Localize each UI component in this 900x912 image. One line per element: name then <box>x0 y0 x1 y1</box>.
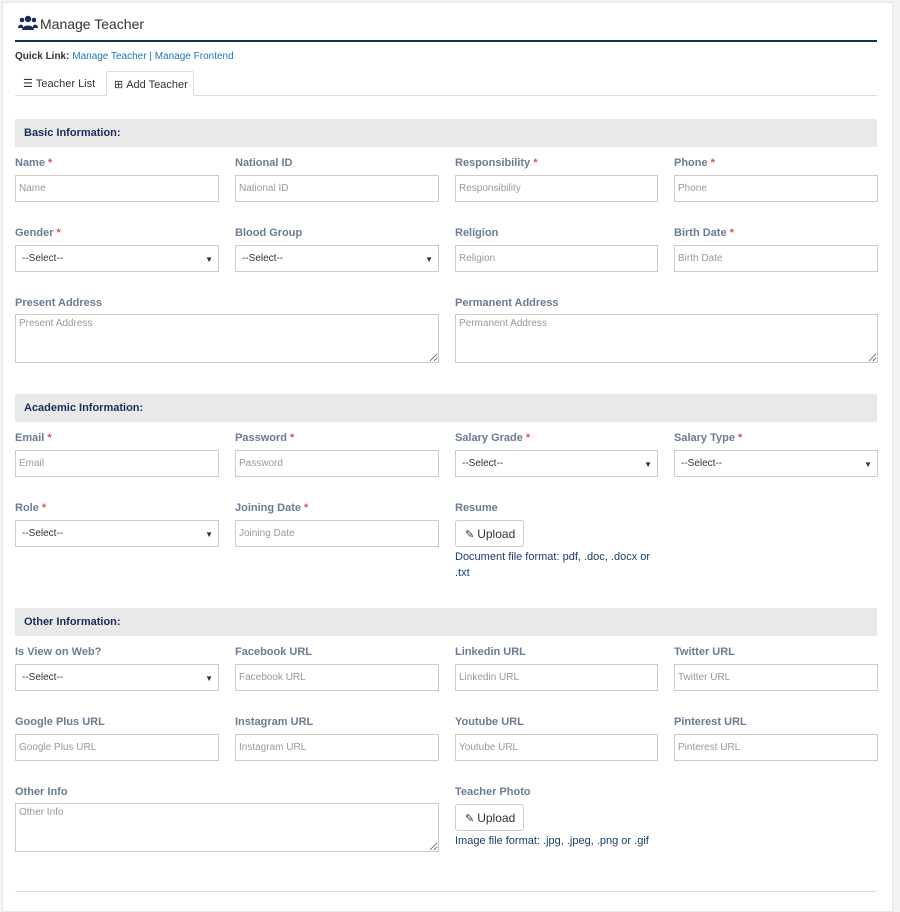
link-manage-teacher[interactable]: Manage Teacher <box>72 51 146 62</box>
google-plus-url-input[interactable] <box>15 734 219 761</box>
religion-label: Religion <box>455 227 499 239</box>
religion-input[interactable] <box>455 245 658 272</box>
youtube-url-input[interactable] <box>455 734 658 761</box>
salary-grade-select[interactable]: --Select-- ▼ <box>455 450 658 477</box>
instagram-url-label: Instagram URL <box>235 716 314 728</box>
chevron-down-icon: ▼ <box>644 460 652 469</box>
twitter-url-label: Twitter URL <box>674 646 735 658</box>
teacher-photo-upload-button[interactable]: ✎ Upload <box>455 804 524 831</box>
link-separator: | <box>149 51 152 62</box>
national-id-label: National ID <box>235 157 293 169</box>
gender-select[interactable]: --Select-- ▼ <box>15 245 219 272</box>
joining-date-label: Joining Date * <box>235 502 309 514</box>
photo-format-hint: Image file format: .jpg, .jpeg, .png or … <box>455 835 649 847</box>
instagram-url-input[interactable] <box>235 734 439 761</box>
salary-grade-label: Salary Grade * <box>455 432 531 444</box>
permanent-address-textarea[interactable] <box>455 314 878 363</box>
responsibility-input[interactable] <box>455 175 658 202</box>
name-input[interactable] <box>15 175 219 202</box>
tab-label: Add Teacher <box>126 79 188 91</box>
section-title: Academic Information: <box>24 402 144 414</box>
salary-type-label: Salary Type * <box>674 432 743 444</box>
tab-add-teacher[interactable]: ⊞ Add Teacher <box>106 71 194 96</box>
present-address-label: Present Address <box>15 297 103 309</box>
email-input[interactable] <box>15 450 219 477</box>
chevron-down-icon: ▼ <box>205 530 213 539</box>
resume-upload-button[interactable]: ✎ Upload <box>455 520 524 547</box>
email-label: Email * <box>15 432 52 444</box>
password-input[interactable] <box>235 450 439 477</box>
users-icon <box>18 15 38 30</box>
other-info-label: Other Info <box>15 786 68 798</box>
present-address-textarea[interactable] <box>15 314 439 363</box>
phone-label: Phone * <box>674 157 715 169</box>
linkedin-url-input[interactable] <box>455 664 658 691</box>
password-label: Password * <box>235 432 295 444</box>
view-on-web-label: Is View on Web? <box>15 646 102 658</box>
linkedin-url-label: Linkedin URL <box>455 646 526 658</box>
plus-square-icon: ⊞ <box>114 79 124 91</box>
tab-label: Teacher List <box>35 78 96 90</box>
paperclip-icon: ✎ <box>465 529 475 541</box>
section-title: Basic Information: <box>24 127 121 139</box>
form-divider <box>15 891 877 892</box>
chevron-down-icon: ▼ <box>205 255 213 264</box>
resume-format-hint: Document file format: pdf, .doc, .docx o… <box>455 551 651 579</box>
list-icon: ☰ <box>23 78 33 90</box>
birth-date-label: Birth Date * <box>674 227 734 239</box>
google-plus-url-label: Google Plus URL <box>15 716 105 728</box>
pinterest-url-input[interactable] <box>674 734 878 761</box>
national-id-input[interactable] <box>235 175 439 202</box>
gender-label: Gender * <box>15 227 61 239</box>
section-academic-information: Academic Information: <box>15 394 877 422</box>
facebook-url-label: Facebook URL <box>235 646 313 658</box>
chevron-down-icon: ▼ <box>425 255 433 264</box>
phone-input[interactable] <box>674 175 878 202</box>
responsibility-label: Responsibility * <box>455 157 538 169</box>
permanent-address-label: Permanent Address <box>455 297 559 309</box>
quick-links: Quick Link: Manage Teacher | Manage Fron… <box>15 51 234 62</box>
facebook-url-input[interactable] <box>235 664 439 691</box>
tab-teacher-list[interactable]: ☰ Teacher List <box>15 71 105 96</box>
page-header: Manage Teacher <box>15 12 877 42</box>
resume-label: Resume <box>455 502 498 514</box>
name-label: Name * <box>15 157 53 169</box>
youtube-url-label: Youtube URL <box>455 716 524 728</box>
link-manage-frontend[interactable]: Manage Frontend <box>155 51 234 62</box>
teacher-photo-label: Teacher Photo <box>455 786 531 798</box>
blood-group-select[interactable]: --Select-- ▼ <box>235 245 439 272</box>
page-title: Manage Teacher <box>40 16 145 32</box>
role-select[interactable]: --Select-- ▼ <box>15 520 219 547</box>
tab-bar: ☰ Teacher List ⊞ Add Teacher <box>15 71 877 96</box>
blood-group-label: Blood Group <box>235 227 303 239</box>
chevron-down-icon: ▼ <box>864 460 872 469</box>
birth-date-input[interactable] <box>674 245 878 272</box>
section-other-information: Other Information: <box>15 608 877 636</box>
salary-type-select[interactable]: --Select-- ▼ <box>674 450 878 477</box>
role-label: Role * <box>15 502 47 514</box>
paperclip-icon: ✎ <box>465 813 475 825</box>
view-on-web-select[interactable]: --Select-- ▼ <box>15 664 219 691</box>
pinterest-url-label: Pinterest URL <box>674 716 747 728</box>
section-basic-information: Basic Information: <box>15 119 877 147</box>
twitter-url-input[interactable] <box>674 664 878 691</box>
joining-date-input[interactable] <box>235 520 439 547</box>
other-info-textarea[interactable] <box>15 803 439 852</box>
chevron-down-icon: ▼ <box>205 674 213 683</box>
section-title: Other Information: <box>24 616 121 628</box>
quick-link-label: Quick Link: <box>15 51 70 62</box>
